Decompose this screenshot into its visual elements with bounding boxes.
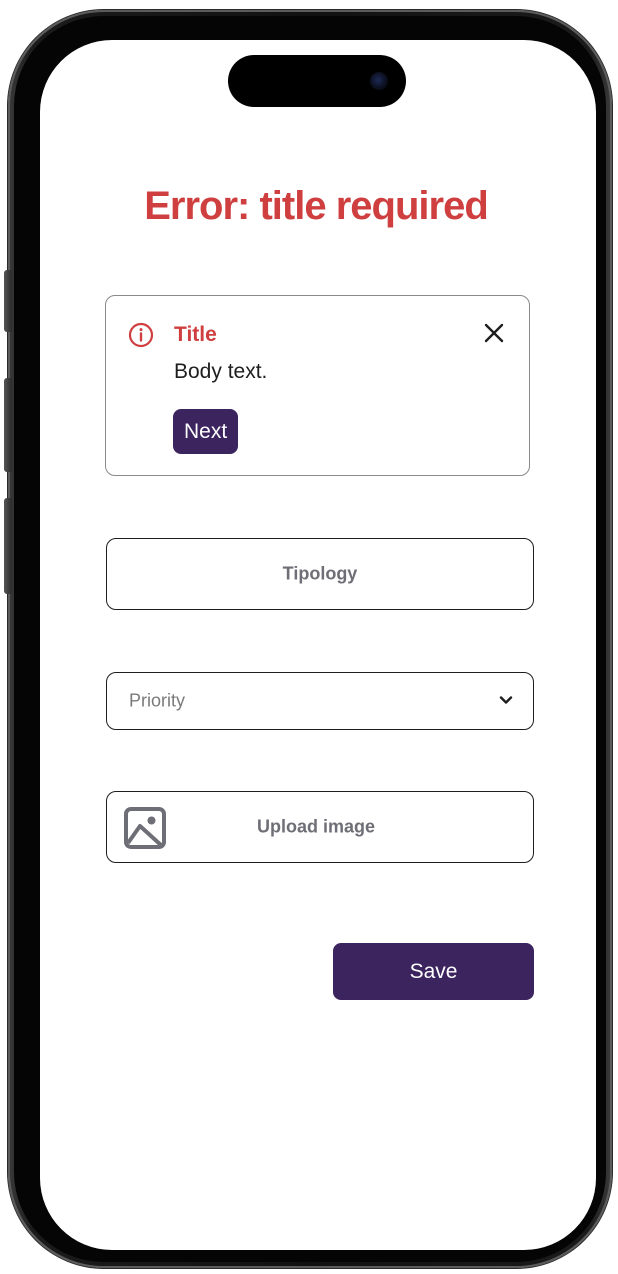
info-circle-icon [128,322,154,348]
next-button[interactable]: Next [173,409,239,454]
front-camera-icon [370,72,388,90]
chevron-down-icon [499,696,513,704]
close-icon[interactable] [480,319,508,347]
tipology-field[interactable]: Tipology [106,538,534,610]
priority-select[interactable]: Priority [106,672,534,730]
error-alert: Title Body text. Next [105,295,530,476]
page-title: Error: title required [144,184,489,228]
tipology-label: Tipology [282,563,358,584]
volume-down-button [4,498,12,594]
action-button [4,270,12,332]
alert-title: Title [174,323,217,346]
priority-placeholder: Priority [129,690,186,711]
upload-image-field[interactable]: Upload image [106,791,534,863]
upload-image-label: Upload image [257,816,376,837]
dynamic-island [228,55,406,107]
alert-body-text: Body text. [174,360,268,383]
volume-up-button [4,378,12,472]
save-button[interactable]: Save [333,943,534,1000]
image-icon [124,807,166,849]
